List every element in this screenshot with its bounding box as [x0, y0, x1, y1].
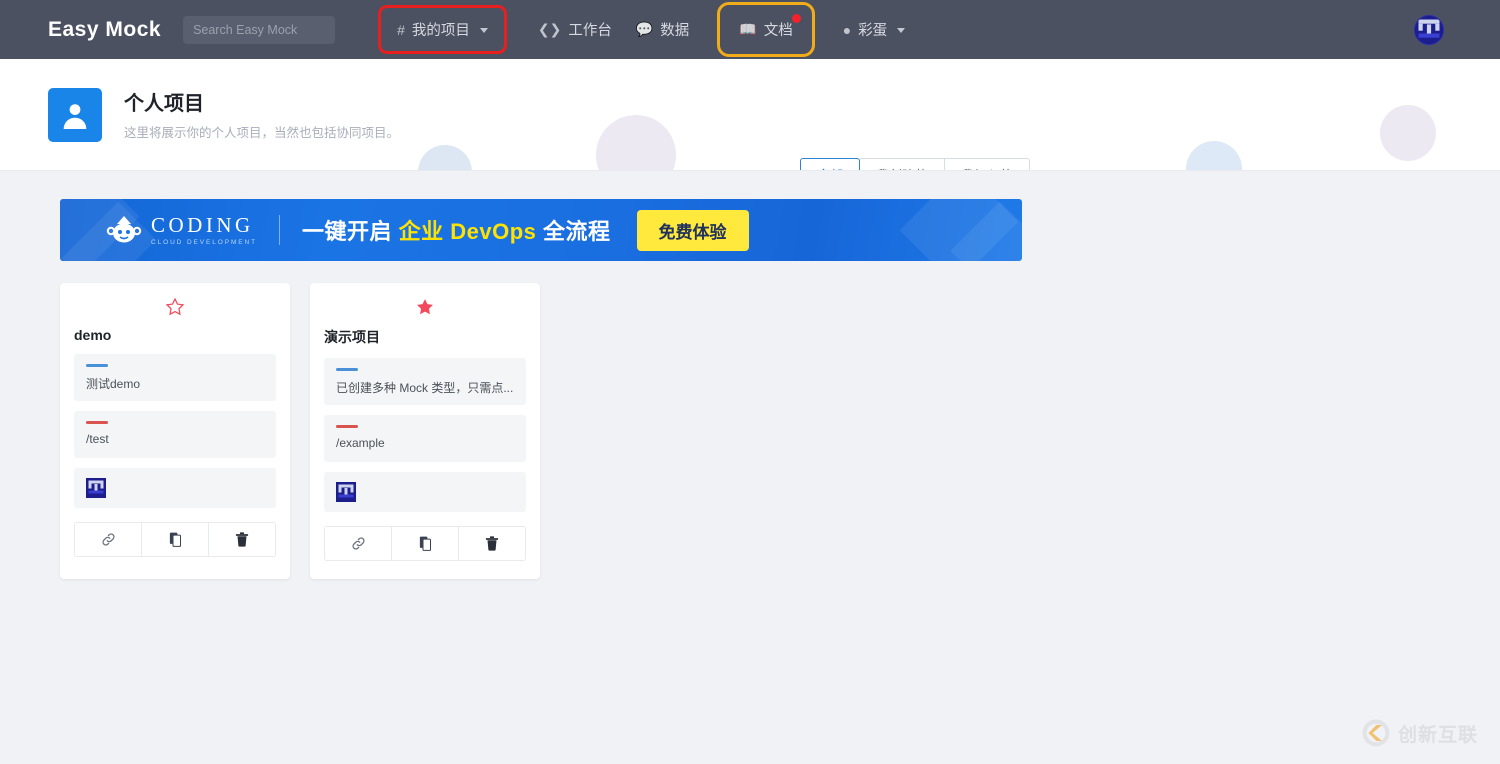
description-accent-bar — [336, 368, 358, 371]
banner-headline-part2: 全流程 — [536, 219, 611, 244]
page-avatar — [48, 87, 102, 142]
project-card[interactable]: 演示项目 已创建多种 Mock 类型，只需点... /example — [310, 283, 540, 579]
nav-item-label: 我的项目 — [411, 23, 470, 39]
project-path: /example — [336, 436, 385, 450]
project-actions — [324, 526, 526, 561]
project-title: 演示项目 — [324, 329, 380, 345]
project-members-row — [74, 468, 276, 508]
nav-items: # 我的项目 ❮❯ 工作台 💬 数据 📖 文档 ● 彩蛋 — [359, 0, 917, 59]
nav-item-easter-egg[interactable]: ● 彩蛋 — [831, 12, 917, 47]
link-icon — [101, 533, 115, 546]
project-path-row: /test — [74, 411, 276, 458]
description-accent-bar — [86, 364, 108, 367]
project-description-row: 已创建多种 Mock 类型，只需点... — [324, 358, 526, 405]
nav-item-my-projects[interactable]: # 我的项目 — [378, 5, 507, 54]
member-avatar[interactable] — [336, 482, 356, 502]
page-title: 个人项目 — [124, 92, 204, 115]
coding-tagline: CLOUD DEVELOPMENT — [151, 238, 257, 246]
copy-icon — [419, 536, 431, 551]
star-filled-icon[interactable] — [415, 297, 435, 317]
project-card[interactable]: demo 测试demo /test — [60, 283, 290, 579]
coding-logo: CODING CLOUD DEVELOPMENT — [106, 212, 257, 246]
search-input[interactable] — [183, 15, 336, 44]
coding-mascot-icon — [106, 216, 142, 243]
page-header-text: 个人项目 这里将展示你的个人项目，当然也包括协同项目。 — [124, 89, 399, 141]
copy-icon — [169, 532, 181, 547]
banner-cta-button[interactable]: 免费体验 — [636, 209, 749, 251]
banner-divider — [278, 215, 280, 245]
project-card-list: demo 测试demo /test 演示项目 已创建多种 Mock 类型，只需点… — [60, 283, 1500, 579]
page-header: 个人项目 这里将展示你的个人项目，当然也包括协同项目。 全部 我创建的 我加入的 — [0, 59, 1500, 171]
trash-icon — [485, 536, 499, 551]
project-description-row: 测试demo — [74, 354, 276, 401]
star-container — [324, 297, 526, 317]
banner-headline-highlight: 企业 DevOps — [398, 219, 537, 244]
copy-link-button[interactable] — [325, 527, 392, 560]
clone-project-button[interactable] — [392, 527, 459, 560]
star-container — [74, 297, 276, 317]
member-avatar[interactable] — [86, 478, 106, 498]
project-members-row — [324, 472, 526, 512]
delete-project-button[interactable] — [459, 527, 525, 560]
cx-logo-icon — [1362, 719, 1390, 747]
code-brackets-icon: ❮❯ — [537, 21, 562, 37]
watermark: 创新互联 — [1361, 718, 1478, 748]
project-path-row: /example — [324, 415, 526, 462]
project-filter-group: 全部 我创建的 我加入的 — [799, 158, 1030, 170]
chevron-down-icon — [897, 28, 906, 33]
filter-all[interactable]: 全部 — [799, 158, 860, 170]
link-icon — [351, 537, 365, 550]
project-actions — [74, 522, 276, 557]
nav-item-workbench[interactable]: ❮❯ 工作台 — [526, 12, 624, 47]
nav-item-label: 彩蛋 — [858, 23, 888, 39]
filter-joined-by-me[interactable]: 我加入的 — [944, 158, 1030, 170]
banner-headline-part1: 一键开启 — [301, 219, 399, 244]
egg-icon: ● — [842, 21, 852, 38]
watermark-text: 创新互联 — [1397, 724, 1478, 746]
person-icon — [63, 103, 87, 129]
coding-name: CODING — [151, 212, 254, 237]
clone-project-button[interactable] — [142, 523, 209, 556]
copy-link-button[interactable] — [75, 523, 142, 556]
banner-headline: 一键开启 企业 DevOps 全流程 — [302, 214, 611, 246]
page-header-inner: 个人项目 这里将展示你的个人项目，当然也包括协同项目。 — [0, 59, 1500, 170]
nav-item-label: 工作台 — [568, 23, 612, 39]
main-content: CODING CLOUD DEVELOPMENT 一键开启 企业 DevOps … — [0, 171, 1500, 579]
path-accent-bar — [336, 425, 358, 428]
promo-banner[interactable]: CODING CLOUD DEVELOPMENT 一键开启 企业 DevOps … — [60, 199, 1022, 261]
hash-icon: # — [397, 21, 405, 38]
avatar — [1414, 14, 1444, 45]
chat-icon: 💬 — [635, 21, 654, 37]
star-outline-icon[interactable] — [165, 297, 185, 317]
book-icon: 📖 — [739, 21, 757, 37]
nav-item-data[interactable]: 💬 数据 — [624, 12, 701, 47]
coding-wordmark: CODING CLOUD DEVELOPMENT — [151, 212, 257, 246]
top-navbar: Easy Mock # 我的项目 ❮❯ 工作台 💬 数据 📖 文档 ● 彩蛋 — [0, 0, 1500, 59]
project-description: 已创建多种 Mock 类型，只需点... — [336, 381, 514, 395]
filter-created-by-me[interactable]: 我创建的 — [859, 158, 945, 170]
notification-badge — [791, 14, 801, 23]
nav-item-label: 文档 — [763, 23, 793, 39]
page-subtitle: 这里将展示你的个人项目，当然也包括协同项目。 — [124, 125, 400, 140]
project-description: 测试demo — [86, 377, 141, 391]
path-accent-bar — [86, 421, 108, 424]
delete-project-button[interactable] — [209, 523, 275, 556]
app-logo[interactable]: Easy Mock — [48, 18, 161, 42]
trash-icon — [235, 532, 249, 547]
project-title: demo — [74, 327, 112, 343]
user-menu[interactable] — [1414, 0, 1452, 59]
project-path: /test — [86, 432, 109, 446]
nav-item-docs[interactable]: 📖 文档 — [717, 2, 815, 57]
chevron-down-icon — [479, 28, 488, 33]
nav-item-label: 数据 — [660, 23, 690, 39]
